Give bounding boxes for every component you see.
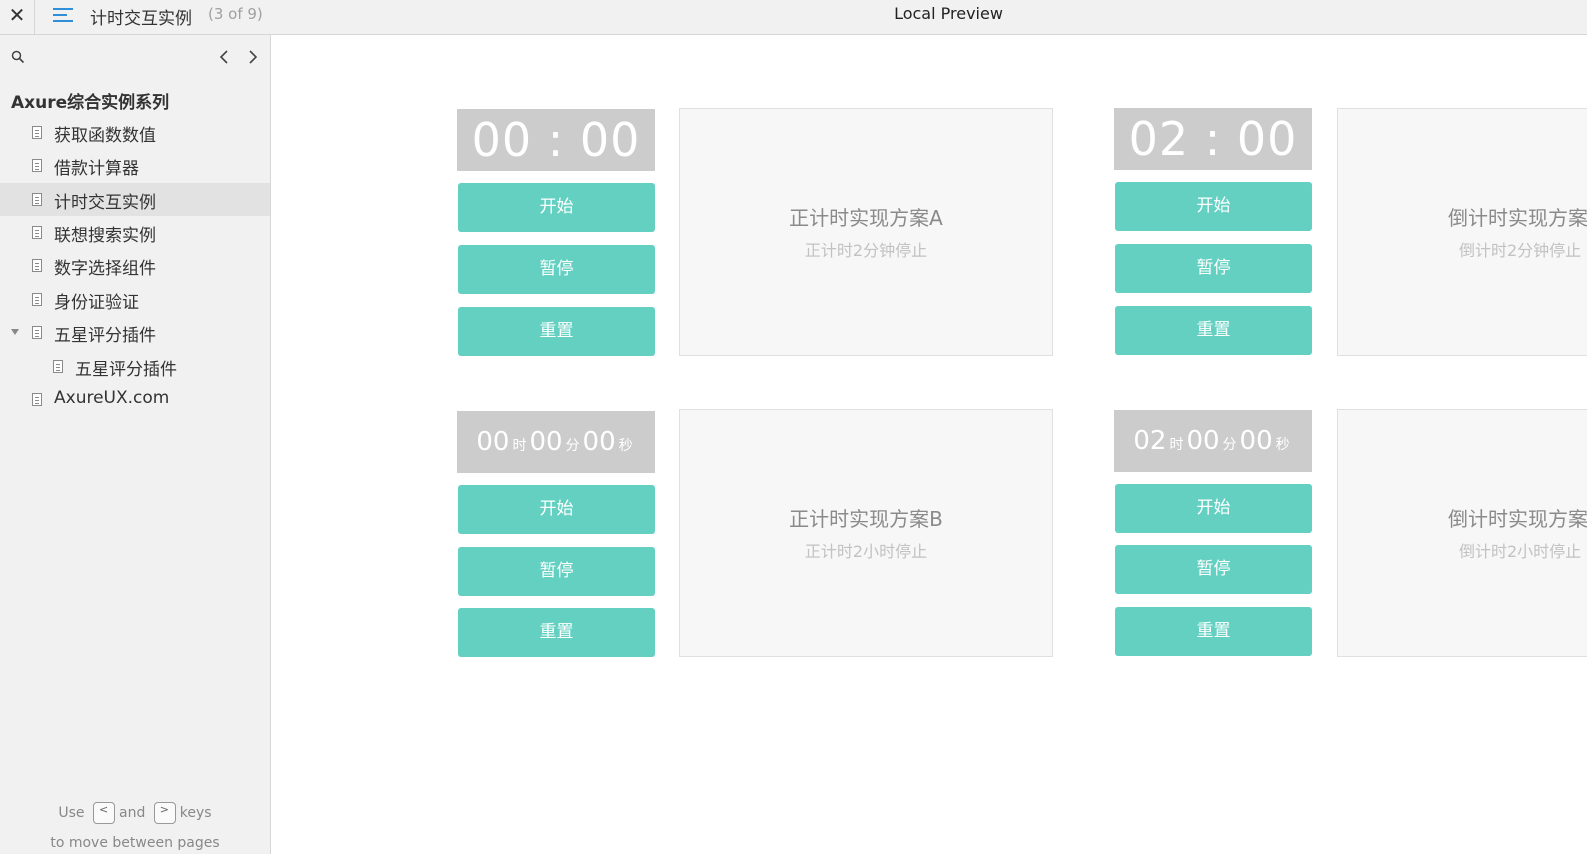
prev-key-label: < [99, 803, 109, 816]
seconds-unit: 秒 [1275, 437, 1290, 453]
next-key-icon: > [153, 802, 176, 824]
timer-display: 00 时 00 分 00 秒 [457, 411, 655, 473]
panel-title: 倒计时实现方案B [1448, 507, 1587, 531]
sidebar-item-search-suggest[interactable]: 联想搜索实例 [0, 216, 270, 249]
expand-caret-icon[interactable] [11, 329, 19, 335]
hours-unit: 时 [1169, 437, 1184, 453]
sidebar-item-label: 联想搜索实例 [54, 226, 156, 246]
description-panel: 倒计时实现方案B 倒计时2小时停止 [1337, 409, 1587, 657]
next-page-icon[interactable] [245, 47, 261, 67]
sidebar-item-number-picker[interactable]: 数字选择组件 [0, 249, 270, 282]
top-bar: ✕ 计时交互实例 (3 of 9) Local Preview [0, 0, 1587, 35]
sidebar-item-label: 数字选择组件 [54, 259, 156, 279]
hint-text: and [119, 805, 146, 821]
sidebar-item-loan-calculator[interactable]: 借款计算器 [0, 149, 270, 182]
sidebar-item-axureux[interactable]: AxureUX.com [0, 383, 270, 416]
seconds-value: 00 [582, 427, 616, 457]
keyboard-hint: Use < and > keys [0, 802, 270, 824]
minutes-unit: 分 [1222, 437, 1237, 453]
start-button[interactable]: 开始 [1115, 182, 1312, 231]
page-icon [53, 360, 63, 373]
pause-button[interactable]: 暂停 [458, 245, 655, 294]
page-icon [32, 393, 42, 406]
panel-title: 倒计时实现方案A [1448, 206, 1587, 230]
timer-display: 00 : 00 [457, 109, 655, 171]
prev-key-icon: < [93, 802, 115, 824]
page-title: 计时交互实例 [90, 9, 192, 29]
page-icon [32, 326, 42, 339]
hours-value: 00 [476, 427, 510, 457]
search-icon[interactable] [11, 50, 25, 64]
hint-text: keys [179, 805, 212, 821]
hours-unit: 时 [512, 438, 527, 454]
seconds-value: 00 [1239, 426, 1273, 456]
seconds-unit: 秒 [618, 438, 633, 454]
sidebar-item-star-rating[interactable]: 五星评分插件 [0, 316, 270, 349]
pause-button[interactable]: 暂停 [458, 547, 655, 596]
sidebar-item-label: 借款计算器 [54, 159, 139, 179]
start-button[interactable]: 开始 [458, 183, 655, 232]
panel-subtitle: 正计时2小时停止 [804, 542, 928, 561]
sidebar-item-star-rating-child[interactable]: 五星评分插件 [0, 350, 270, 383]
sidebar-item-label: 五星评分插件 [54, 326, 156, 346]
next-key-label: > [159, 803, 170, 816]
panel-subtitle: 倒计时2小时停止 [1459, 542, 1582, 561]
page-icon [32, 226, 42, 239]
sidebar-item-timer-interaction[interactable]: 计时交互实例 [0, 183, 270, 216]
sidebar-item-id-validation[interactable]: 身份证验证 [0, 283, 270, 316]
sidebar-item-label: AxureUX.com [54, 388, 170, 408]
page-icon [32, 293, 42, 306]
reset-button[interactable]: 重置 [458, 608, 655, 657]
page-count: (3 of 9) [208, 5, 263, 23]
reset-button[interactable]: 重置 [458, 307, 655, 356]
sidebar-item-label: 获取函数数值 [54, 126, 156, 146]
reset-button[interactable]: 重置 [1115, 607, 1312, 656]
description-panel: 倒计时实现方案A 倒计时2分钟停止 [1337, 108, 1587, 356]
pause-button[interactable]: 暂停 [1115, 244, 1312, 293]
keyboard-hint-line2: to move between pages [50, 835, 220, 851]
panel-title: 正计时实现方案B [789, 507, 943, 531]
hours-value: 02 [1133, 426, 1167, 456]
panel-title: 正计时实现方案A [789, 206, 943, 230]
sidebar: Axure综合实例系列 获取函数数值 借款计算器 计时交互实例 联想搜索实例 数… [0, 35, 271, 854]
sidebar-item-label: 五星评分插件 [75, 360, 177, 380]
minutes-value: 00 [529, 427, 563, 457]
page-icon [32, 126, 42, 139]
minutes-unit: 分 [565, 438, 580, 454]
sidebar-item-label: 计时交互实例 [54, 193, 156, 213]
reset-button[interactable]: 重置 [1115, 306, 1312, 355]
sitemap-root-label[interactable]: Axure综合实例系列 [11, 88, 169, 113]
start-button[interactable]: 开始 [1115, 484, 1312, 533]
menu-icon[interactable] [52, 5, 74, 27]
hint-text: Use [58, 805, 85, 821]
page-icon [32, 159, 42, 172]
main-canvas: 00 : 00 开始 暂停 重置 正计时实现方案A 正计时2分钟停止 02 : … [271, 35, 1587, 854]
close-button[interactable]: ✕ [0, 0, 35, 35]
previous-page-icon[interactable] [216, 47, 232, 67]
minutes-value: 00 [1186, 426, 1220, 456]
panel-subtitle: 正计时2分钟停止 [804, 241, 928, 260]
timer-display: 02 : 00 [1114, 108, 1312, 170]
close-icon[interactable]: ✕ [9, 3, 26, 27]
description-panel: 正计时实现方案A 正计时2分钟停止 [679, 108, 1053, 356]
page-icon [32, 259, 42, 272]
panel-subtitle: 倒计时2分钟停止 [1459, 241, 1582, 260]
page-icon [32, 193, 42, 206]
sidebar-item-label: 身份证验证 [54, 293, 139, 313]
pause-button[interactable]: 暂停 [1115, 545, 1312, 594]
start-button[interactable]: 开始 [458, 485, 655, 534]
sidebar-item-get-function-value[interactable]: 获取函数数值 [0, 116, 270, 149]
timer-display: 02 时 00 分 00 秒 [1114, 410, 1312, 472]
description-panel: 正计时实现方案B 正计时2小时停止 [679, 409, 1053, 657]
